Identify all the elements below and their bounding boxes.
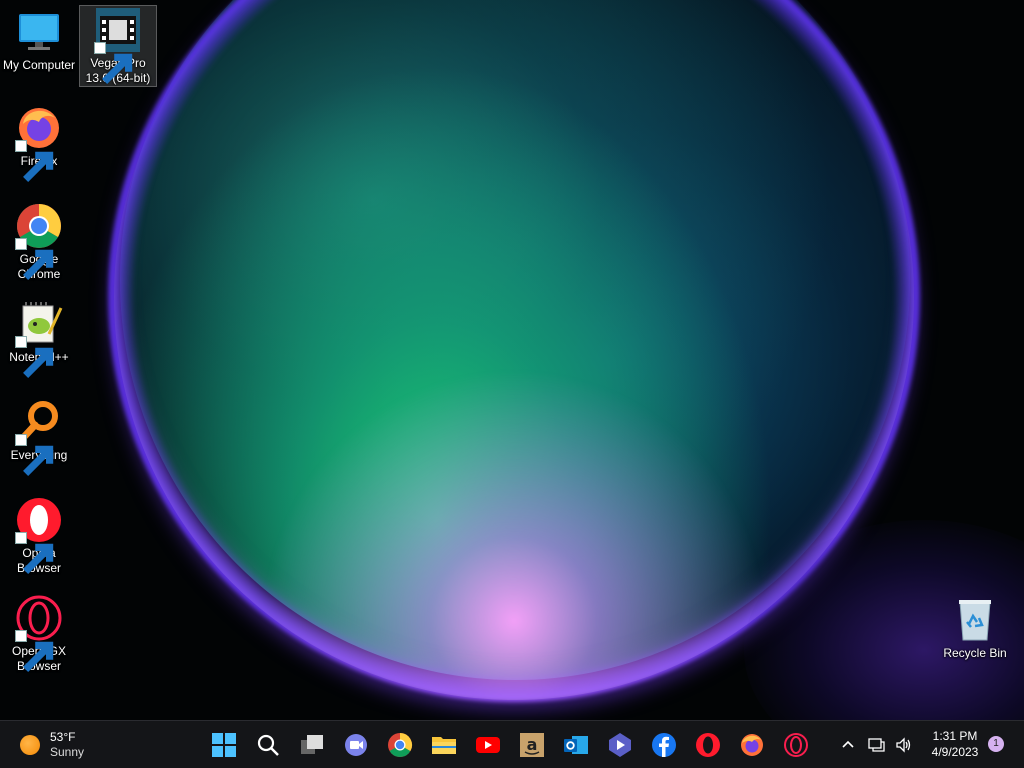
start-button[interactable] [202, 725, 246, 765]
facebook-icon [652, 733, 676, 757]
opera-icon [15, 496, 63, 574]
taskbar-clipchamp[interactable] [598, 725, 642, 765]
clock-date: 4/9/2023 [931, 745, 979, 759]
opera-icon [696, 733, 720, 757]
chrome-icon [15, 202, 63, 280]
desktop-icon-firefox[interactable]: Firefox [1, 104, 77, 182]
volume-button[interactable] [892, 730, 916, 760]
search-button[interactable] [246, 725, 290, 765]
task-view-icon [301, 735, 323, 754]
taskbar-youtube[interactable] [466, 725, 510, 765]
taskbar-chrome[interactable] [378, 725, 422, 765]
desktop-icon-opera[interactable]: Opera Browser [1, 496, 77, 576]
desktop-wallpaper [0, 0, 1024, 720]
amazon-icon: a [520, 733, 544, 757]
taskbar-apps: a [202, 725, 818, 765]
shortcut-arrow-icon [15, 336, 54, 378]
system-tray [836, 725, 920, 765]
desktop-icon-opera-gx[interactable]: Opera GX Browser [1, 594, 77, 674]
taskbar-firefox[interactable] [730, 725, 774, 765]
show-hidden-icons-button[interactable] [836, 730, 860, 760]
shortcut-arrow-icon [15, 532, 54, 574]
opera-gx-icon [15, 594, 63, 672]
chevron-up-icon [842, 740, 854, 748]
weather-widget[interactable]: 53°F Sunny [20, 729, 84, 761]
shortcut-arrow-icon [15, 238, 54, 280]
start-icon [212, 733, 236, 757]
recycle-bin-icon [951, 596, 999, 644]
opera-gx-icon [784, 733, 808, 757]
shortcut-arrow-icon [15, 434, 54, 476]
shortcut-arrow-icon [94, 42, 133, 84]
shortcut-arrow-icon [15, 630, 54, 672]
taskbar-outlook[interactable] [554, 725, 598, 765]
taskbar-file-explorer[interactable] [422, 725, 466, 765]
desktop-icon-my-computer[interactable]: My Computer [1, 8, 77, 73]
outlook-icon [564, 736, 588, 754]
task-view-button[interactable] [290, 725, 334, 765]
volume-icon [896, 737, 911, 753]
taskbar-opera[interactable] [686, 725, 730, 765]
clock[interactable]: 1:31 PM 4/9/2023 [922, 728, 988, 760]
taskbar-amazon[interactable]: a [510, 725, 554, 765]
taskbar: 53°F Sunny a 1:31 PM 4/9/2023 [0, 720, 1024, 768]
shortcut-arrow-icon [15, 140, 54, 182]
monitor-icon [15, 8, 63, 56]
firefox-icon [15, 104, 63, 182]
firefox-icon [741, 734, 763, 756]
chrome-icon [388, 733, 413, 758]
search-icon [257, 734, 279, 756]
clock-time: 1:31 PM [932, 729, 978, 743]
weather-temperature: 53°F [50, 730, 76, 744]
taskbar-opera-gx[interactable] [774, 725, 818, 765]
desktop-icon-recycle-bin[interactable]: Recycle Bin [937, 596, 1013, 661]
notepad-plus-plus-icon [15, 300, 63, 378]
chat-button[interactable] [334, 725, 378, 765]
desktop-icon-vegas-pro[interactable]: Vegas Pro 13.0 (64-bit) [79, 5, 157, 87]
svg-text:a: a [527, 735, 538, 754]
desktop-icon-label: My Computer [2, 58, 76, 72]
magnifier-icon [15, 398, 63, 476]
weather-condition: Sunny [50, 745, 85, 759]
network-button[interactable] [864, 730, 888, 760]
taskbar-facebook[interactable] [642, 725, 686, 765]
clipchamp-icon [609, 733, 631, 757]
notification-badge[interactable]: 1 [988, 736, 1004, 752]
desktop-icon-google-chrome[interactable]: Google Chrome [1, 202, 77, 282]
film-icon [94, 6, 142, 84]
file-explorer-icon [432, 737, 456, 754]
desktop-icon-label: Recycle Bin [943, 646, 1007, 660]
desktop-icon-notepad-plus-plus[interactable]: Notepad++ [1, 300, 77, 378]
sun-icon [20, 735, 40, 755]
teams-chat-icon [345, 734, 367, 756]
youtube-icon [476, 737, 500, 753]
desktop-icon-everything[interactable]: Everything [1, 398, 77, 476]
network-icon [868, 738, 885, 752]
